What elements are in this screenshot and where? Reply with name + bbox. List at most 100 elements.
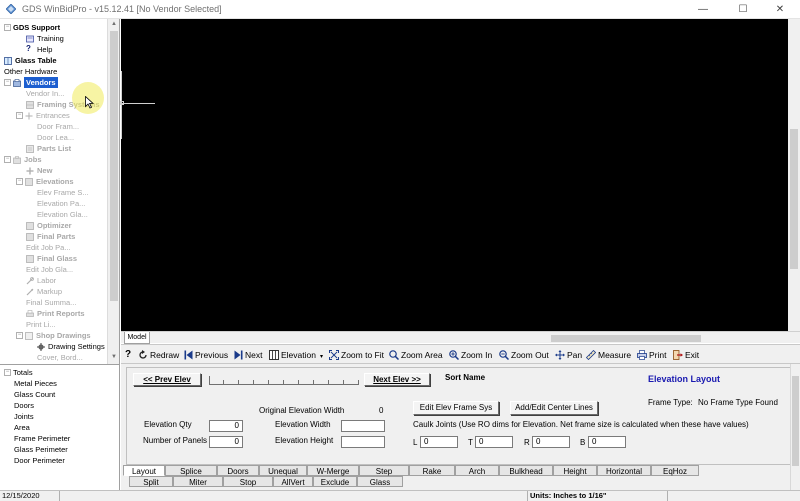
totals-item[interactable]: Glass Count — [14, 389, 55, 400]
previous-button[interactable]: Previous — [184, 348, 228, 362]
tree-item-door-leaves[interactable]: Door Lea... — [37, 132, 74, 143]
collapse-icon[interactable]: − — [4, 79, 11, 86]
collapse-icon[interactable]: − — [4, 369, 11, 376]
drawing-canvas[interactable] — [120, 19, 788, 331]
elevation-slider[interactable] — [209, 384, 359, 385]
tab-unequal[interactable]: Unequal — [259, 465, 307, 476]
tree-item-vendors[interactable]: − Vendors — [4, 77, 58, 88]
zoom-out-button[interactable]: Zoom Out — [499, 348, 549, 362]
tree-item-final-parts[interactable]: Final Parts — [26, 231, 75, 242]
tree-item-labor[interactable]: Labor — [26, 275, 56, 286]
dropdown-arrow-icon[interactable]: ▾ — [320, 354, 323, 360]
tree-item-edit-job-parts[interactable]: Edit Job Pa... — [26, 242, 71, 253]
tree-scroll-thumb[interactable] — [110, 31, 118, 301]
tree-item-markup[interactable]: Markup — [26, 286, 62, 297]
scroll-up-icon[interactable]: ▲ — [108, 19, 120, 30]
number-of-panels-input[interactable]: 0 — [209, 436, 243, 448]
tree-item-elevation-glass[interactable]: Elevation Gla... — [37, 209, 88, 220]
tree-item-entrances[interactable]: − Entrances — [16, 110, 70, 121]
totals-item[interactable]: Metal Pieces — [14, 378, 57, 389]
tree-item-other-hardware[interactable]: Other Hardware — [4, 66, 57, 77]
help-button[interactable]: ? — [125, 348, 131, 362]
model-tab[interactable]: Model — [124, 332, 150, 344]
tree-item-drawing-settings[interactable]: Drawing Settings — [37, 341, 105, 352]
tree-item-new[interactable]: New — [26, 165, 52, 176]
tree-item-shop-drawings[interactable]: − Shop Drawings — [16, 330, 91, 341]
tab-glass[interactable]: Glass — [357, 476, 403, 487]
tab-arch[interactable]: Arch — [455, 465, 499, 476]
caulk-b-input[interactable]: 0 — [588, 436, 626, 448]
tab-exclude[interactable]: Exclude — [313, 476, 357, 487]
collapse-icon[interactable]: − — [16, 112, 23, 119]
caulk-l-input[interactable]: 0 — [420, 436, 458, 448]
zoom-to-fit-button[interactable]: Zoom to Fit — [328, 348, 384, 362]
measure-button[interactable]: Measure — [585, 348, 631, 362]
tree-item-elevations[interactable]: − Elevations — [16, 176, 74, 187]
tree-item-jobs[interactable]: − Jobs — [4, 154, 42, 165]
maximize-button[interactable]: ☐ — [723, 0, 763, 19]
tree-item-vendor-info[interactable]: Vendor In... — [26, 88, 64, 99]
tree-item-print-reports[interactable]: Print Reports — [26, 308, 85, 319]
collapse-icon[interactable]: − — [16, 332, 23, 339]
totals-item[interactable]: Joints — [14, 411, 34, 422]
next-elev-button[interactable]: Next Elev >> — [364, 373, 430, 386]
tree-item-glass-table[interactable]: Glass Table — [4, 55, 57, 66]
tree-item-gds-support[interactable]: − GDS Support — [4, 22, 60, 33]
tab-stop[interactable]: Stop — [223, 476, 273, 487]
tab-split[interactable]: Split — [129, 476, 173, 487]
tree-item-door-frames[interactable]: Door Fram... — [37, 121, 79, 132]
layout-scrollbar[interactable] — [790, 364, 800, 490]
add-edit-center-lines-button[interactable]: Add/Edit Center Lines — [510, 401, 598, 415]
tab-w-merge[interactable]: W-Merge — [307, 465, 359, 476]
tab-layout[interactable]: Layout — [123, 465, 165, 476]
sort-name-label[interactable]: Sort Name — [445, 373, 485, 382]
tree-scrollbar[interactable]: ▲ ▼ — [107, 19, 119, 364]
totals-item[interactable]: Frame Perimeter — [14, 433, 70, 444]
canvas-scroll-thumb[interactable] — [790, 129, 798, 269]
tree-item-optimizer[interactable]: Optimizer — [26, 220, 72, 231]
tab-eqhoz[interactable]: EqHoz — [651, 465, 699, 476]
exit-button[interactable]: Exit — [673, 348, 699, 362]
totals-header[interactable]: − Totals — [4, 367, 33, 378]
tab-splice[interactable]: Splice — [165, 465, 217, 476]
tree-item-final-summary[interactable]: Final Summa... — [26, 297, 76, 308]
tree-item-elevation-parts[interactable]: Elevation Pa... — [37, 198, 85, 209]
tree-item-elev-frame-sys[interactable]: Elev Frame S... — [37, 187, 89, 198]
collapse-icon[interactable]: − — [4, 24, 11, 31]
tree-item-training[interactable]: Training — [26, 33, 64, 44]
tab-horizontal[interactable]: Horizontal — [597, 465, 651, 476]
tab-height[interactable]: Height — [553, 465, 597, 476]
canvas-hscroll-thumb[interactable] — [551, 335, 701, 342]
caulk-r-input[interactable]: 0 — [532, 436, 570, 448]
next-button[interactable]: Next — [234, 348, 262, 362]
tab-rake[interactable]: Rake — [409, 465, 455, 476]
totals-item[interactable]: Doors — [14, 400, 34, 411]
tree-item-edit-job-glass[interactable]: Edit Job Gla... — [26, 264, 73, 275]
scroll-down-icon[interactable]: ▼ — [108, 352, 120, 363]
tree-item-final-glass[interactable]: Final Glass — [26, 253, 77, 264]
tab-doors[interactable]: Doors — [217, 465, 259, 476]
elevation-height-input[interactable] — [341, 436, 385, 448]
tree-item-parts-list[interactable]: Parts List — [26, 143, 71, 154]
layout-scroll-thumb[interactable] — [792, 376, 799, 466]
tab-bulkhead[interactable]: Bulkhead — [499, 465, 553, 476]
zoom-area-button[interactable]: Zoom Area — [389, 348, 443, 362]
minimize-button[interactable]: — — [683, 0, 723, 19]
redraw-button[interactable]: Redraw — [138, 348, 179, 362]
prev-elev-button[interactable]: << Prev Elev — [133, 373, 201, 386]
caulk-t-input[interactable]: 0 — [475, 436, 513, 448]
tree-item-help[interactable]: ? Help — [26, 44, 52, 55]
collapse-icon[interactable]: − — [4, 156, 11, 163]
collapse-icon[interactable]: − — [16, 178, 23, 185]
tree-item-cover-border[interactable]: Cover, Bord... — [37, 352, 83, 363]
zoom-in-button[interactable]: Zoom In — [449, 348, 492, 362]
totals-item[interactable]: Area — [14, 422, 30, 433]
totals-item[interactable]: Glass Perimeter — [14, 444, 68, 455]
tab-miter[interactable]: Miter — [173, 476, 223, 487]
tab-allvert[interactable]: AllVert — [273, 476, 313, 487]
pan-button[interactable]: Pan — [555, 348, 582, 362]
slider-thumb[interactable] — [209, 376, 210, 384]
close-button[interactable]: ✕ — [760, 0, 800, 19]
elevation-button[interactable]: Elevation ▾ — [269, 348, 323, 362]
tree-item-print-lists[interactable]: Print Li... — [26, 319, 56, 330]
